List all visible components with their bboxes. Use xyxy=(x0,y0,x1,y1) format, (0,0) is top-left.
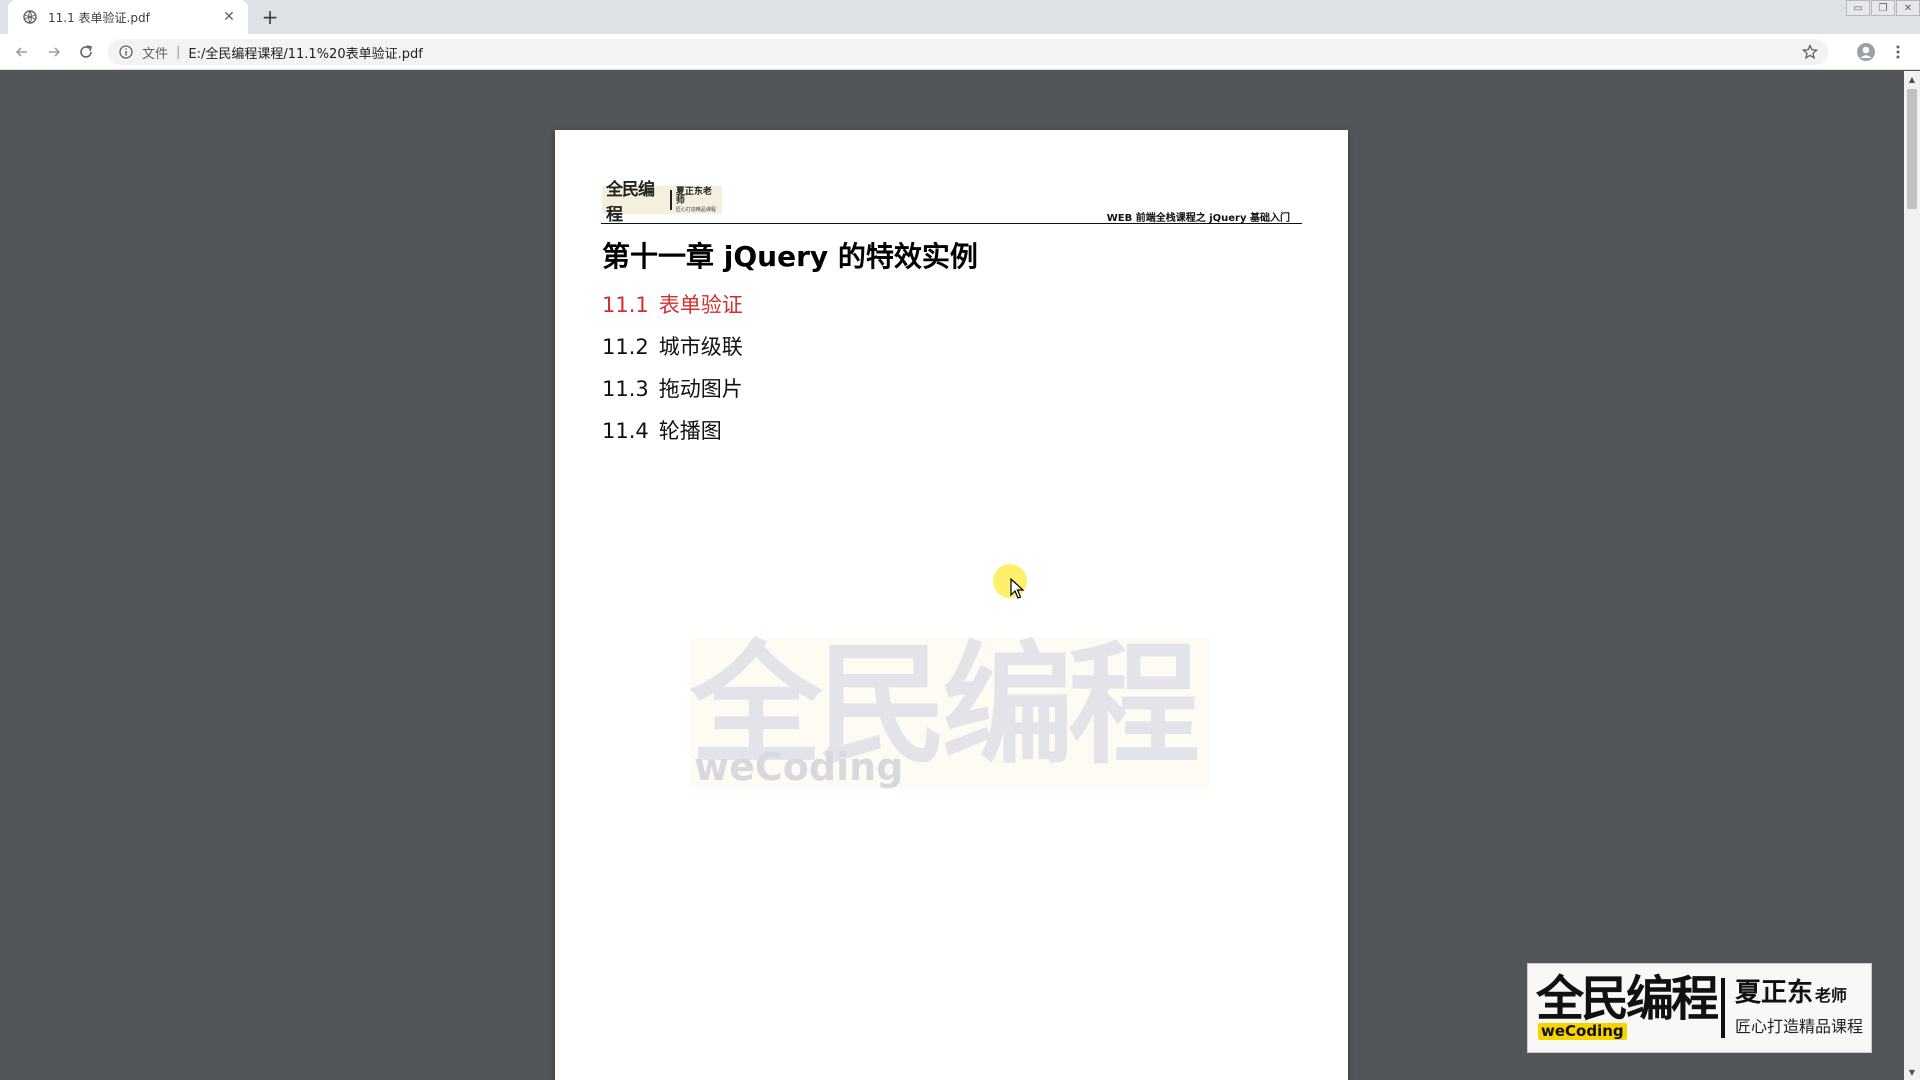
toc-item-number: 11.3 xyxy=(602,377,649,401)
mouse-pointer-icon xyxy=(1010,578,1024,599)
toc-item: 11.3 拖动图片 xyxy=(602,374,743,416)
page-logo-divider xyxy=(669,190,672,210)
pdf-page: 全民编程 夏正东老师 匠心打造精品课程 WEB 前端全栈课程之 jQuery 基… xyxy=(555,130,1348,1080)
page-header-rule xyxy=(601,223,1302,224)
toc-item-number: 11.2 xyxy=(602,335,649,359)
brand-name-suffix: 老师 xyxy=(1815,985,1848,1005)
table-of-contents: 11.1 表单验证 11.2 城市级联 11.3 拖动图片 11.4 轮播图 xyxy=(602,290,743,458)
reload-icon xyxy=(80,45,92,58)
arrow-right-icon xyxy=(49,47,61,57)
restore-window-button[interactable]: ❐ xyxy=(1871,0,1895,16)
page-logo-slogan: 匠心打造精品课程 xyxy=(675,206,716,213)
brand-logo-sub: weCoding xyxy=(1538,1023,1627,1040)
close-tab-icon[interactable]: ✕ xyxy=(220,8,238,26)
pdf-viewer[interactable]: 全民编程 夏正东老师 匠心打造精品课程 WEB 前端全栈课程之 jQuery 基… xyxy=(0,71,1904,1080)
brand-overlay: 全民编程 weCoding 夏正东 老师 匠心打造精品课程 xyxy=(1527,963,1872,1053)
browser-tab[interactable]: 11.1 表单验证.pdf ✕ xyxy=(8,0,248,34)
toc-item: 11.2 城市级联 xyxy=(602,332,743,374)
page-logo: 全民编程 夏正东老师 匠心打造精品课程 xyxy=(602,180,722,225)
chapter-title: 第十一章 jQuery 的特效实例 xyxy=(602,240,978,273)
avatar-icon xyxy=(1857,43,1875,61)
brand-logo-main: 全民编程 xyxy=(1536,971,1719,1027)
scroll-down-arrow-icon[interactable]: ▼ xyxy=(1904,1064,1920,1080)
brand-divider xyxy=(1721,978,1725,1038)
window-controls: ▭ ❐ ✕ xyxy=(1845,0,1920,18)
kebab-menu-icon xyxy=(1896,45,1900,59)
profile-button[interactable] xyxy=(1854,40,1878,64)
brand-name-text: 夏正东 xyxy=(1734,977,1813,1008)
address-bar[interactable]: 文件 | E:/全民编程课程/11.1%20表单验证.pdf xyxy=(108,39,1828,65)
vertical-scrollbar[interactable]: ▲ ▼ xyxy=(1904,71,1920,1080)
reload-button[interactable] xyxy=(74,40,98,64)
page-logo-name: 夏正东老师 xyxy=(675,186,712,206)
back-button[interactable] xyxy=(10,40,34,64)
toc-item: 11.4 轮播图 xyxy=(602,416,743,458)
page-logo-side: 夏正东老师 匠心打造精品课程 xyxy=(675,186,718,213)
tab-title: 11.1 表单验证.pdf xyxy=(48,10,150,25)
brand-slogan: 匠心打造精品课程 xyxy=(1734,1017,1863,1037)
toc-item-number: 11.1 xyxy=(602,293,649,317)
page-header-course: WEB 前端全栈课程之 jQuery 基础入门 xyxy=(1106,213,1290,224)
brand-teacher-name: 夏正东 老师 xyxy=(1734,977,1863,1008)
globe-icon xyxy=(22,9,38,25)
minimize-window-button[interactable]: ▭ xyxy=(1846,0,1870,16)
star-icon xyxy=(1802,44,1818,60)
info-icon[interactable] xyxy=(118,44,134,60)
toc-item-label: 拖动图片 xyxy=(658,377,743,401)
page-logo-main: 全民编程 xyxy=(606,180,655,225)
bookmark-star-button[interactable] xyxy=(1800,42,1820,62)
toc-item-label: 轮播图 xyxy=(658,419,722,443)
watermark: 全民编程 weCoding xyxy=(690,638,1210,788)
toc-item-label: 城市级联 xyxy=(658,335,743,359)
brand-side: 夏正东 老师 匠心打造精品课程 xyxy=(1734,977,1863,1038)
url-text[interactable]: E:/全民编程课程/11.1%20表单验证.pdf xyxy=(188,43,422,62)
arrow-left-icon xyxy=(15,47,27,57)
address-separator: | xyxy=(176,44,181,60)
new-tab-button[interactable]: + xyxy=(258,5,282,29)
watermark-sub: weCoding xyxy=(694,745,904,789)
scrollbar-thumb[interactable] xyxy=(1907,89,1917,209)
toc-item-number: 11.4 xyxy=(602,419,649,443)
close-window-button[interactable]: ✕ xyxy=(1896,0,1920,16)
forward-button[interactable] xyxy=(42,40,66,64)
toc-item-label: 表单验证 xyxy=(658,293,743,317)
browser-menu-button[interactable] xyxy=(1886,40,1910,64)
toc-item: 11.1 表单验证 xyxy=(602,290,743,332)
tab-strip: 11.1 表单验证.pdf ✕ + ▭ ❐ ✕ xyxy=(0,0,1920,34)
scheme-label: 文件 xyxy=(142,46,169,62)
brand-logo: 全民编程 weCoding xyxy=(1536,971,1719,1043)
browser-toolbar: 文件 | E:/全民编程课程/11.1%20表单验证.pdf xyxy=(0,34,1920,70)
scroll-up-arrow-icon[interactable]: ▲ xyxy=(1904,71,1920,87)
